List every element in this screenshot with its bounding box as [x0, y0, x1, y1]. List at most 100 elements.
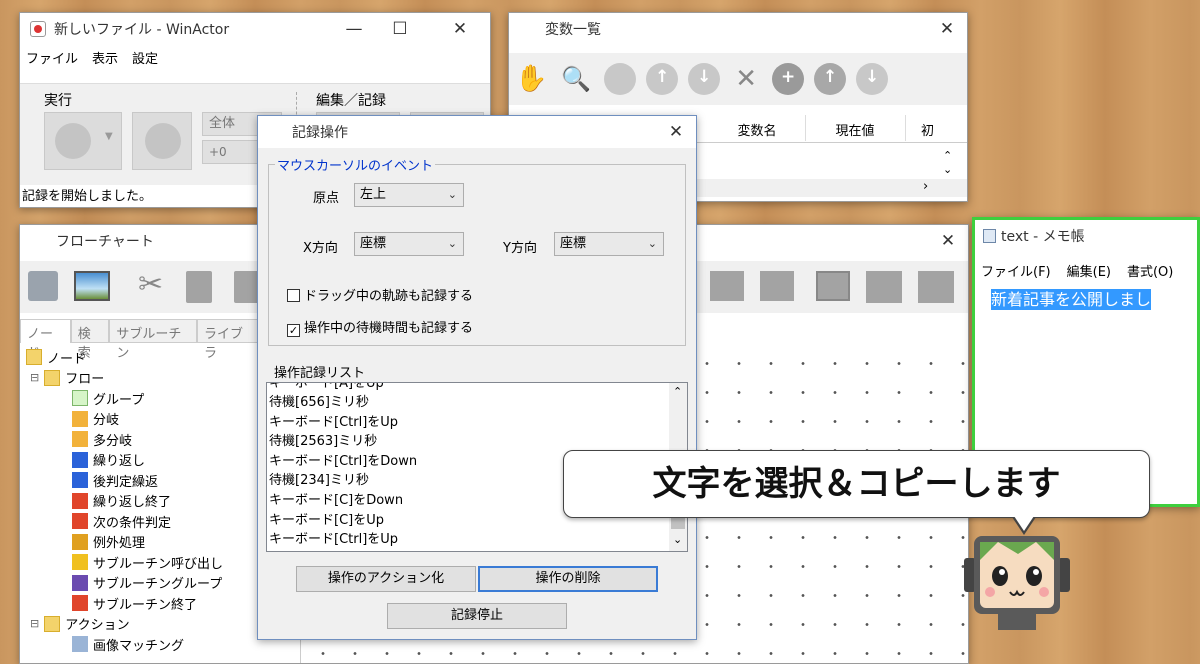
- minimize-button[interactable]: —: [334, 17, 374, 41]
- notepad-menu-format[interactable]: 書式(O): [1127, 261, 1173, 280]
- operation-list-item[interactable]: 待機[656]ミリ秒: [269, 393, 417, 413]
- node-icon[interactable]: [28, 271, 58, 301]
- menu-settings[interactable]: 設定: [132, 48, 158, 67]
- record-wait-checkbox[interactable]: ✓ 操作中の待機時間も記録する: [287, 317, 473, 337]
- notepad-menubar: ファイル(F) 編集(E) 書式(O): [975, 258, 1197, 282]
- collapse-icon[interactable]: ⊟: [30, 371, 39, 384]
- tree-item[interactable]: 次の条件判定: [24, 511, 260, 532]
- tree-item[interactable]: ⊟ アクション: [24, 614, 260, 635]
- scroll-down-icon[interactable]: ⌄: [943, 163, 952, 176]
- convert-to-action-label: 操作のアクション化: [327, 571, 445, 586]
- node-tree: ノード ⊟ フロー グループ 分岐 多分岐 繰り返し 後判定繰返 繰り返し終了 次の条件判定 例外処…: [24, 347, 260, 659]
- search-icon[interactable]: 🔍: [561, 65, 591, 93]
- image-icon[interactable]: [74, 271, 110, 301]
- arrow-up-icon[interactable]: ↑: [814, 63, 847, 95]
- caption-text: 文字を選択＆コピーします: [652, 464, 1061, 504]
- next-condition-icon: [72, 513, 88, 530]
- move-up-icon[interactable]: ↑: [646, 63, 679, 95]
- y-direction-select[interactable]: 座標 ⌄: [554, 232, 664, 256]
- offset-value: +0: [209, 145, 227, 159]
- tree-item[interactable]: ノード: [24, 347, 260, 368]
- collapse-icon[interactable]: ⊟: [30, 617, 39, 630]
- swap-icon[interactable]: [760, 271, 794, 301]
- notepad-titlebar[interactable]: text - メモ帳: [975, 220, 1197, 252]
- mouse-event-group-title: マウスカーソルのイベント: [275, 155, 436, 174]
- notepad-selected-text[interactable]: 新着記事を公開しまし: [991, 289, 1152, 310]
- notepad-menu-file[interactable]: ファイル(F): [981, 261, 1051, 280]
- operation-list-item[interactable]: 待機[2563]ミリ秒: [269, 432, 417, 452]
- origin-label: 原点: [313, 191, 340, 206]
- winactor-titlebar[interactable]: 新しいファイル - WinActor — ☐ ✕: [20, 13, 490, 45]
- maximize-button[interactable]: ☐: [380, 17, 420, 41]
- scroll-up-icon[interactable]: ⌃: [673, 385, 682, 398]
- add-icon[interactable]: +: [772, 63, 805, 95]
- scroll-down-icon[interactable]: ⌄: [673, 533, 682, 546]
- tree-item[interactable]: 繰り返し: [24, 450, 260, 471]
- move-down-icon[interactable]: ↓: [688, 63, 721, 95]
- close-button[interactable]: ✕: [440, 17, 480, 41]
- hand-icon[interactable]: ✋: [515, 64, 547, 94]
- column-value[interactable]: 現在値: [805, 120, 905, 139]
- variables-title: 変数一覧: [545, 22, 601, 38]
- tree-item[interactable]: サブルーチングループ: [24, 573, 260, 594]
- subroutine-group-icon: [72, 574, 88, 591]
- import-icon[interactable]: [918, 271, 954, 303]
- operation-list-item[interactable]: キーボード[C]をDown: [269, 491, 417, 511]
- copy-icon[interactable]: [186, 271, 212, 303]
- export-icon[interactable]: [866, 271, 902, 303]
- scroll-right-icon[interactable]: ›: [923, 179, 928, 194]
- scroll-up-icon[interactable]: ⌃: [943, 149, 952, 162]
- delete-operation-button[interactable]: 操作の削除: [478, 566, 658, 592]
- send-back-icon[interactable]: [710, 271, 744, 301]
- operation-list-item[interactable]: キーボード[Ctrl]をUp: [269, 530, 417, 550]
- tree-item-label: サブルーチン呼び出し: [93, 556, 224, 572]
- folder-icon: [44, 615, 61, 632]
- tab-library[interactable]: ライブラ: [196, 319, 260, 361]
- menu-file[interactable]: ファイル: [26, 48, 78, 67]
- stop-recording-button[interactable]: 記録停止: [387, 603, 567, 629]
- scissors-icon[interactable]: ✂: [138, 267, 163, 302]
- operation-list-item[interactable]: キーボード[A]をUp: [269, 383, 384, 393]
- tree-item[interactable]: 繰り返し終了: [24, 491, 260, 512]
- tab-subroutine[interactable]: サブルーチン: [109, 319, 197, 361]
- record-dialog-close-button[interactable]: ✕: [656, 120, 696, 144]
- record-drag-checkbox[interactable]: ドラッグ中の軌跡も記録する: [287, 285, 473, 304]
- tree-item[interactable]: 多分岐: [24, 429, 260, 450]
- column-varname[interactable]: 変数名: [709, 120, 805, 139]
- record-dialog-titlebar[interactable]: 記録操作 ✕: [258, 116, 696, 148]
- y-direction-value: 座標: [560, 236, 587, 251]
- notepad-menu-edit[interactable]: 編集(E): [1067, 261, 1111, 280]
- record-dialog-title: 記録操作: [292, 125, 348, 141]
- tree-item[interactable]: グループ: [24, 388, 260, 409]
- tree-item[interactable]: サブルーチン呼び出し: [24, 552, 260, 573]
- group-window-icon[interactable]: [816, 271, 850, 301]
- record-dialog: 記録操作 ✕ マウスカーソルのイベント 原点 左上 ⌄ X方向 座標 ⌄ Y方向…: [257, 115, 697, 640]
- tree-item[interactable]: ⊟ フロー: [24, 368, 260, 389]
- mouse-event-group: マウスカーソルのイベント 原点 左上 ⌄ X方向 座標 ⌄ Y方向 座標 ⌄ ド…: [268, 155, 686, 346]
- variable-action-icon[interactable]: [604, 63, 637, 95]
- operation-list-item[interactable]: キーボード[Ctrl]をDown: [269, 452, 417, 472]
- flowchart-close-button[interactable]: ✕: [928, 229, 968, 253]
- delete-icon[interactable]: ✕: [735, 64, 757, 94]
- tree-item[interactable]: 後判定繰返: [24, 470, 260, 491]
- tree-item[interactable]: 例外処理: [24, 532, 260, 553]
- tree-item[interactable]: 分岐: [24, 409, 260, 430]
- tree-item[interactable]: サブルーチン終了: [24, 593, 260, 614]
- operation-list-item[interactable]: キーボード[C]をUp: [269, 511, 417, 531]
- operation-list-item[interactable]: キーボード[Ctrl]をUp: [269, 413, 417, 433]
- stop-button[interactable]: [132, 112, 192, 170]
- column-initial[interactable]: 初: [921, 120, 934, 139]
- convert-to-action-button[interactable]: 操作のアクション化: [296, 566, 476, 592]
- tab-node[interactable]: ノード: [20, 319, 71, 361]
- menu-view[interactable]: 表示: [92, 48, 118, 67]
- origin-select[interactable]: 左上 ⌄: [354, 183, 464, 207]
- x-direction-select[interactable]: 座標 ⌄: [354, 232, 464, 256]
- tab-search[interactable]: 検索: [70, 319, 110, 361]
- variables-titlebar[interactable]: 変数一覧 ✕: [509, 13, 967, 45]
- run-button[interactable]: ▼: [44, 112, 122, 170]
- exception-icon: [72, 533, 88, 550]
- operation-list-item[interactable]: 待機[234]ミリ秒: [269, 471, 417, 491]
- arrow-down-icon[interactable]: ↓: [856, 63, 889, 95]
- variables-close-button[interactable]: ✕: [927, 17, 967, 41]
- tree-item[interactable]: 画像マッチング: [24, 634, 260, 655]
